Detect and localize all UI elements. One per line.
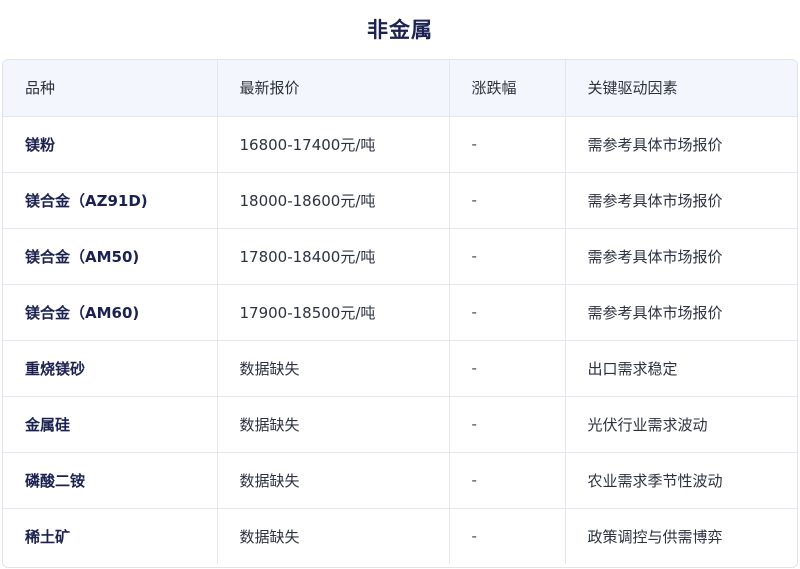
table-row: 重烧镁砂 数据缺失 - 出口需求稳定 xyxy=(3,340,797,397)
cell-driver: 政策调控与供需博弈 xyxy=(587,527,723,546)
cell-name: 镁合金（AM60) xyxy=(3,284,218,341)
cell-driver: 光伏行业需求波动 xyxy=(565,396,797,453)
table-row: 镁粉 16800-17400元/吨 - 需参考具体市场报价 xyxy=(3,116,797,173)
header-change: 涨跌幅 xyxy=(449,60,566,117)
cell-change: - xyxy=(449,452,566,509)
cell-name: 金属硅 xyxy=(3,396,218,453)
table-row: 镁合金（AM60) 17900-18500元/吨 - 需参考具体市场报价 xyxy=(3,284,797,341)
table-row: 镁合金（AZ91D) 18000-18600元/吨 - 需参考具体市场报价 xyxy=(3,172,797,229)
cell-name: 镁合金（AZ91D) xyxy=(3,172,218,229)
cell-price: 数据缺失 xyxy=(217,340,450,397)
table-row: 稀土矿 数据缺失 - 政策调控与供需博弈 xyxy=(3,508,797,564)
cell-name: 镁粉 xyxy=(3,116,218,173)
price-table: 品种 最新报价 涨跌幅 关键驱动因素 镁粉 16800-17400元/吨 - 需… xyxy=(3,60,797,564)
cell-change: - xyxy=(449,340,566,397)
cell-name: 重烧镁砂 xyxy=(3,340,218,397)
page-title: 非金属 xyxy=(367,18,433,42)
cell-driver: 需参考具体市场报价 xyxy=(565,228,797,285)
header-variety: 品种 xyxy=(3,60,218,117)
cell-price: 数据缺失 xyxy=(217,452,450,509)
header-drivers: 关键驱动因素 xyxy=(565,60,797,117)
cell-change: - xyxy=(449,228,566,285)
cell-driver: 需参考具体市场报价 xyxy=(565,172,797,229)
table-row: 金属硅 数据缺失 - 光伏行业需求波动 xyxy=(3,396,797,453)
cell-change: - xyxy=(449,284,566,341)
cell-driver: 出口需求稳定 xyxy=(565,340,797,397)
cell-driver: 需参考具体市场报价 xyxy=(565,284,797,341)
price-table-container: 品种 最新报价 涨跌幅 关键驱动因素 镁粉 16800-17400元/吨 - 需… xyxy=(2,59,798,568)
cell-change: - xyxy=(449,508,566,564)
cell-name: 稀土矿 xyxy=(3,508,218,564)
table-header-row: 品种 最新报价 涨跌幅 关键驱动因素 xyxy=(3,60,797,117)
cell-change: - xyxy=(449,116,566,173)
cell-price: 18000-18600元/吨 xyxy=(217,172,450,229)
cell-price: 16800-17400元/吨 xyxy=(217,116,450,173)
table-row: 镁合金（AM50) 17800-18400元/吨 - 需参考具体市场报价 xyxy=(3,228,797,285)
cell-change: - xyxy=(449,396,566,453)
cell-change: - xyxy=(449,172,566,229)
cell-driver: 需参考具体市场报价 xyxy=(565,116,797,173)
cell-price: 17800-18400元/吨 xyxy=(217,228,450,285)
header-latest-price: 最新报价 xyxy=(217,60,450,117)
table-row: 磷酸二铵 数据缺失 - 农业需求季节性波动 xyxy=(3,452,797,509)
cell-name: 磷酸二铵 xyxy=(3,452,218,509)
cell-driver: 农业需求季节性波动 xyxy=(565,452,797,509)
cell-price: 数据缺失 xyxy=(217,396,450,453)
page: 非金属 品种 最新报价 涨跌幅 关键驱动因素 镁粉 16800-17400元/吨… xyxy=(0,0,800,569)
cell-name: 镁合金（AM50) xyxy=(3,228,218,285)
cell-price: 数据缺失 xyxy=(217,508,450,564)
cell-price: 17900-18500元/吨 xyxy=(217,284,450,341)
